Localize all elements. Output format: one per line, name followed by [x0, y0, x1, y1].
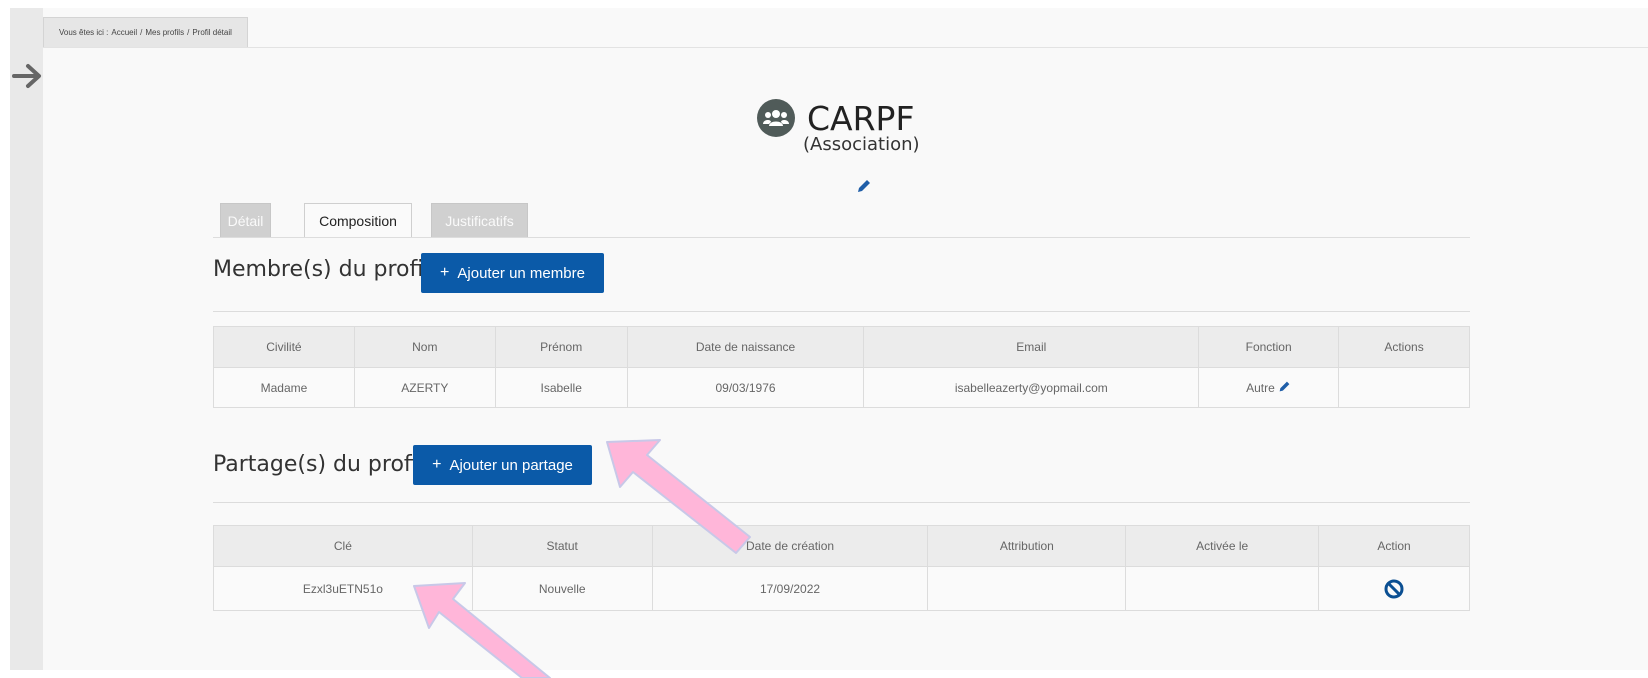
shares-divider [213, 502, 1470, 503]
profile-type: (Association) [803, 134, 920, 155]
column-header-date-naissance: Date de naissance [626, 326, 865, 368]
column-header-statut: Statut [471, 525, 653, 567]
column-header-fonction: Fonction [1198, 326, 1340, 368]
ban-icon[interactable] [1384, 579, 1404, 599]
table-row: Ezxl3uETN51o Nouvelle 17/09/2022 [213, 566, 1470, 611]
share-cle: Ezxl3uETN51o [213, 566, 473, 611]
tab-justificatifs[interactable]: Justificatifs [431, 203, 528, 238]
table-header-row: Clé Statut Date de création Attribution … [213, 525, 1470, 567]
member-actions [1338, 367, 1470, 408]
breadcrumb-separator: / [187, 28, 190, 37]
breadcrumb-my-profiles[interactable]: Mes profils [145, 18, 184, 47]
tab-detail[interactable]: Détail [220, 203, 271, 238]
table-header-row: Civilité Nom Prénom Date de naissance Em… [213, 326, 1470, 368]
column-header-actions: Actions [1338, 326, 1470, 368]
breadcrumb: Vous êtes ici : Accueil / Mes profils / … [43, 17, 248, 47]
breadcrumb-home[interactable]: Accueil [111, 18, 137, 47]
shares-table: Clé Statut Date de création Attribution … [213, 525, 1470, 611]
add-share-button[interactable]: + Ajouter un partage [413, 445, 592, 485]
shares-section-title: Partage(s) du profil [213, 452, 424, 477]
tab-composition[interactable]: Composition [304, 203, 412, 238]
members-divider [213, 311, 1470, 312]
breadcrumb-separator: / [140, 28, 143, 37]
share-date-creation: 17/09/2022 [651, 566, 929, 611]
left-rail [10, 8, 43, 670]
add-member-label: Ajouter un membre [457, 264, 585, 282]
table-row: Madame AZERTY Isabelle 09/03/1976 isabel… [213, 367, 1470, 408]
share-action-cell [1318, 566, 1470, 611]
column-header-civilite: Civilité [213, 326, 355, 368]
member-fonction-cell: Autre [1198, 367, 1340, 408]
plus-icon: + [440, 264, 450, 281]
member-civilite: Madame [213, 367, 355, 408]
share-activee-le [1125, 566, 1320, 611]
member-fonction: Autre [1246, 381, 1275, 395]
column-header-activee-le: Activée le [1125, 525, 1320, 567]
users-icon [757, 99, 795, 137]
share-attribution [927, 566, 1127, 611]
pencil-icon[interactable] [856, 178, 872, 194]
members-section-title: Membre(s) du profil [213, 257, 430, 282]
column-header-prenom: Prénom [494, 326, 628, 368]
column-header-attribution: Attribution [927, 525, 1127, 567]
member-nom: AZERTY [353, 367, 496, 408]
tab-divider [213, 237, 1470, 238]
breadcrumb-prefix: Vous êtes ici : [59, 28, 109, 37]
breadcrumb-current: Profil détail [192, 28, 232, 37]
plus-icon: + [432, 456, 442, 473]
member-date-naissance: 09/03/1976 [626, 367, 865, 408]
pencil-icon[interactable] [1278, 380, 1291, 393]
column-header-nom: Nom [353, 326, 496, 368]
column-header-action: Action [1318, 525, 1470, 567]
members-table: Civilité Nom Prénom Date de naissance Em… [213, 326, 1470, 408]
add-share-label: Ajouter un partage [449, 456, 573, 474]
member-prenom: Isabelle [494, 367, 628, 408]
column-header-email: Email [863, 326, 1200, 368]
add-member-button[interactable]: + Ajouter un membre [421, 253, 604, 293]
share-statut: Nouvelle [471, 566, 653, 611]
header-divider [43, 47, 1648, 48]
column-header-date-creation: Date de création [651, 525, 929, 567]
column-header-cle: Clé [213, 525, 473, 567]
arrow-right-icon[interactable] [12, 62, 44, 90]
page-title: CARPF [807, 98, 915, 138]
member-email: isabelleazerty@yopmail.com [863, 367, 1200, 408]
